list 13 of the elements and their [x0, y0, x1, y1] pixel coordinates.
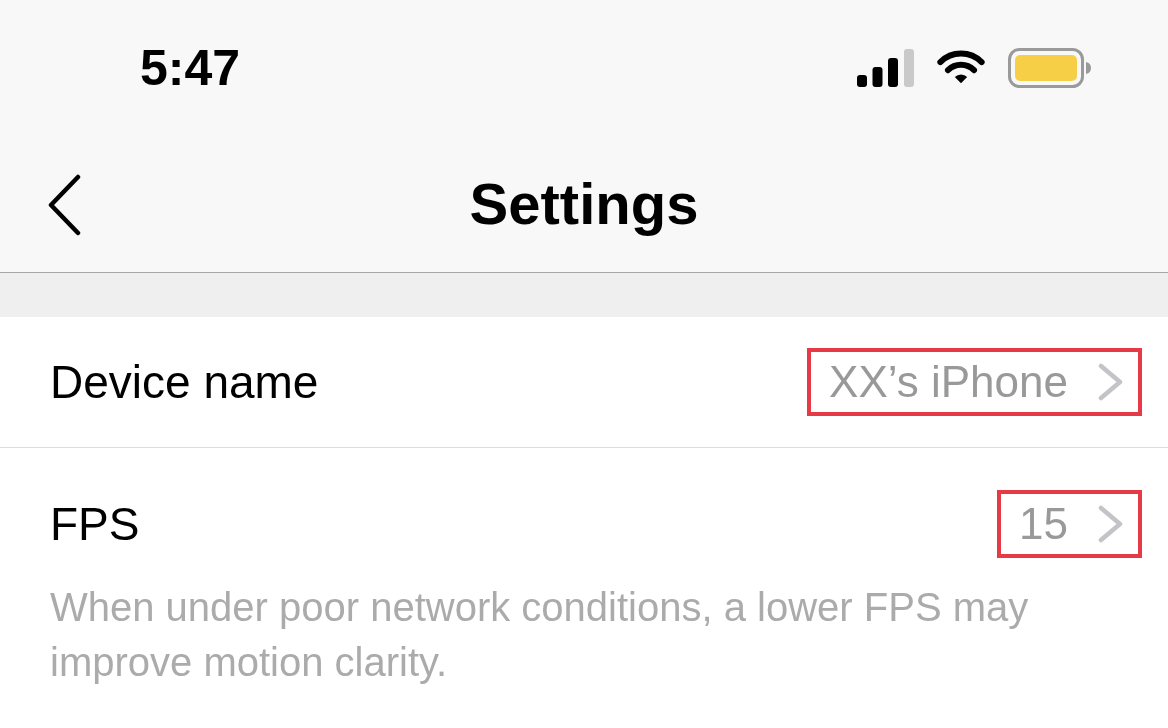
row-value[interactable]: XX’s iPhone [829, 357, 1068, 407]
row-label: Device name [50, 355, 319, 409]
chevron-right-icon[interactable] [1098, 363, 1124, 401]
back-icon[interactable] [46, 173, 82, 236]
row-value[interactable]: 15 [1019, 499, 1068, 549]
chevron-right-icon[interactable] [1098, 505, 1124, 543]
status-time: 5:47 [140, 38, 241, 97]
signal-icon [857, 48, 914, 87]
wifi-icon [936, 50, 986, 85]
screen-title: Settings [469, 170, 699, 237]
row-footnote: When under poor network conditions, a lower FPS may improve motion clarity. [50, 585, 1029, 684]
battery-icon [1008, 47, 1092, 88]
row-label: FPS [50, 497, 140, 551]
